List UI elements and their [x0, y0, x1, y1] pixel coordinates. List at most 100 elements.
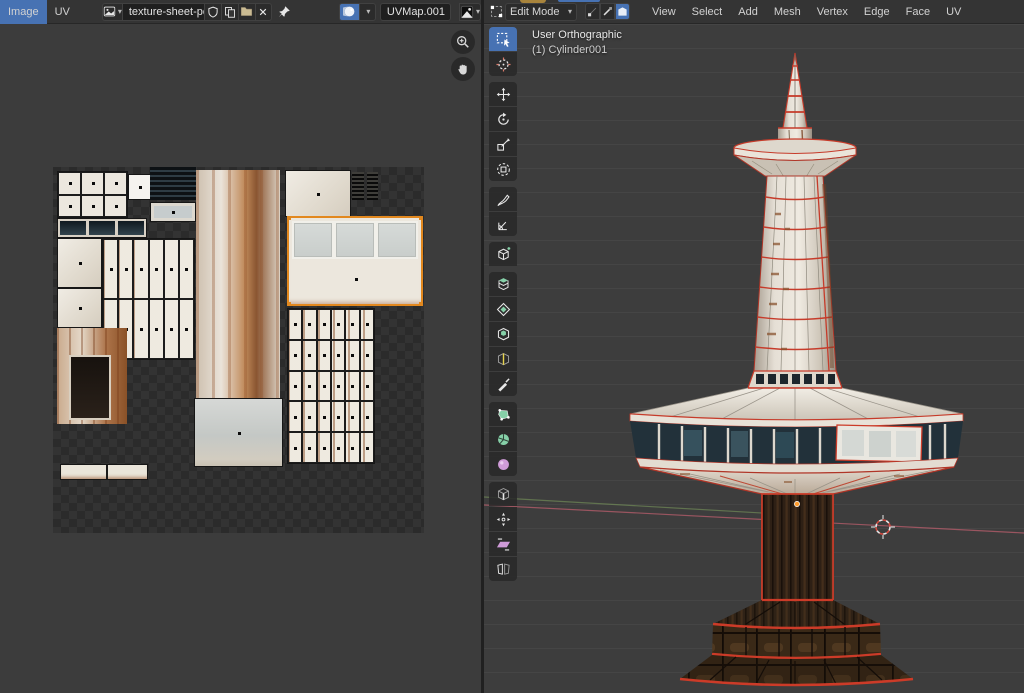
uv-face[interactable]	[133, 299, 148, 359]
edge-select-button[interactable]	[600, 3, 615, 20]
selection-handle[interactable]	[287, 302, 291, 306]
tool-smooth[interactable]	[489, 452, 517, 476]
tower-3d-model[interactable]	[630, 53, 963, 686]
image-browse-dropdown[interactable]: ▾	[102, 3, 122, 21]
uv-face[interactable]	[345, 401, 359, 432]
uv-island-grid-white[interactable]	[57, 171, 128, 218]
menu-face[interactable]: Face	[898, 0, 938, 24]
tower-shaft[interactable]	[754, 176, 836, 371]
uv-face[interactable]	[302, 340, 316, 371]
tool-edge-slide[interactable]	[489, 482, 517, 506]
uv-face[interactable]	[317, 432, 331, 463]
uv-face[interactable]	[360, 432, 374, 463]
uv-face[interactable]	[149, 299, 164, 359]
uv-face[interactable]	[81, 195, 104, 218]
uv-face[interactable]	[345, 340, 359, 371]
uv-island-selected[interactable]	[287, 216, 423, 306]
uv-face[interactable]	[288, 371, 302, 402]
uv-island-white[interactable]	[57, 288, 102, 328]
tool-shrink-fatten[interactable]	[489, 507, 517, 531]
texture-patch-photo-rust[interactable]	[196, 170, 280, 398]
uv-face[interactable]	[331, 432, 345, 463]
new-image-button[interactable]	[221, 3, 238, 21]
uv-island-bright[interactable]	[128, 174, 152, 200]
texture-patch-photo-dark[interactable]	[150, 167, 196, 200]
uv-face[interactable]	[302, 401, 316, 432]
tool-extrude-region[interactable]	[489, 272, 517, 296]
tool-cursor[interactable]	[489, 52, 517, 76]
tower-shaft-window-ring[interactable]	[748, 371, 842, 388]
uv-face[interactable]	[345, 371, 359, 402]
uv-face[interactable]	[104, 195, 127, 218]
uv-face[interactable]	[331, 371, 345, 402]
tower-observation-deck[interactable]	[630, 388, 963, 497]
selection-handle[interactable]	[287, 216, 291, 220]
uv-face[interactable]	[360, 309, 374, 340]
mode-dropdown[interactable]: Edit Mode ▾	[505, 3, 577, 21]
uv-island-strip-white[interactable]	[60, 464, 148, 480]
face-select-button[interactable]	[615, 3, 630, 20]
uv-face[interactable]	[360, 340, 374, 371]
menu-edge[interactable]: Edge	[856, 0, 898, 24]
uv-face[interactable]	[149, 239, 164, 299]
uv-face[interactable]	[288, 401, 302, 432]
menu-add[interactable]: Add	[730, 0, 766, 24]
uv-face[interactable]	[360, 371, 374, 402]
tool-rotate[interactable]	[489, 107, 517, 131]
uv-face[interactable]	[164, 239, 179, 299]
uv-face[interactable]	[317, 371, 331, 402]
tool-transform[interactable]	[489, 157, 517, 181]
uv-face[interactable]	[302, 309, 316, 340]
uv-island-lightwin[interactable]	[150, 202, 196, 222]
tool-select-box[interactable]	[489, 27, 517, 51]
unlink-image-button[interactable]	[255, 3, 272, 21]
tool-spin[interactable]	[489, 427, 517, 451]
zoom-gizmo-button[interactable]	[451, 30, 475, 54]
menu-select[interactable]: Select	[684, 0, 731, 24]
uv-face[interactable]	[58, 172, 81, 195]
selection-handle[interactable]	[419, 302, 423, 306]
uv-face[interactable]	[345, 432, 359, 463]
tower-spire[interactable]	[778, 53, 812, 152]
uv-face[interactable]	[360, 401, 374, 432]
uv-face[interactable]	[317, 309, 331, 340]
uv-face[interactable]	[133, 239, 148, 299]
vertex-select-button[interactable]	[585, 3, 600, 20]
menu-uv[interactable]: UV	[47, 0, 78, 24]
uv-island-lightpanel[interactable]	[194, 398, 283, 467]
uv-face[interactable]	[104, 172, 127, 195]
fake-user-button[interactable]	[204, 3, 221, 21]
tower-upper-disc[interactable]	[734, 139, 856, 179]
uv-island-grid-rust[interactable]	[287, 308, 375, 464]
menu-mesh[interactable]: Mesh	[766, 0, 809, 24]
uv-face[interactable]	[331, 401, 345, 432]
image-name-field[interactable]: texture-sheet-poster…	[122, 3, 204, 21]
uv-map-dropdown[interactable]: ▾	[359, 3, 376, 21]
uv-map-name-field[interactable]: UVMap.001	[380, 3, 451, 21]
uv-face[interactable]	[288, 340, 302, 371]
uv-island-white[interactable]	[57, 238, 102, 288]
uv-face[interactable]	[331, 340, 345, 371]
texture-patch-vent[interactable]	[352, 172, 378, 200]
tool-move[interactable]	[489, 82, 517, 106]
tool-rip-region[interactable]	[489, 557, 517, 581]
uv-editor-canvas[interactable]	[0, 24, 481, 693]
uv-face[interactable]	[302, 371, 316, 402]
uv-face[interactable]	[179, 299, 194, 359]
tool-add-cube[interactable]	[489, 242, 517, 266]
tool-scale[interactable]	[489, 132, 517, 156]
tower-column[interactable]	[762, 494, 833, 600]
tool-inset-faces[interactable]	[489, 297, 517, 321]
menu-view[interactable]: View	[644, 0, 684, 24]
menu-vertex[interactable]: Vertex	[809, 0, 856, 24]
tool-knife[interactable]	[489, 372, 517, 396]
tool-shear[interactable]	[489, 532, 517, 556]
display-channels-button[interactable]: ▾	[459, 3, 481, 21]
uv-face[interactable]	[331, 309, 345, 340]
tool-bevel[interactable]	[489, 322, 517, 346]
selected-face-highlight[interactable]	[836, 425, 922, 462]
editor-type-button[interactable]	[488, 3, 505, 21]
uv-face[interactable]	[345, 309, 359, 340]
uv-island-white[interactable]	[285, 170, 351, 217]
uv-face[interactable]	[288, 432, 302, 463]
